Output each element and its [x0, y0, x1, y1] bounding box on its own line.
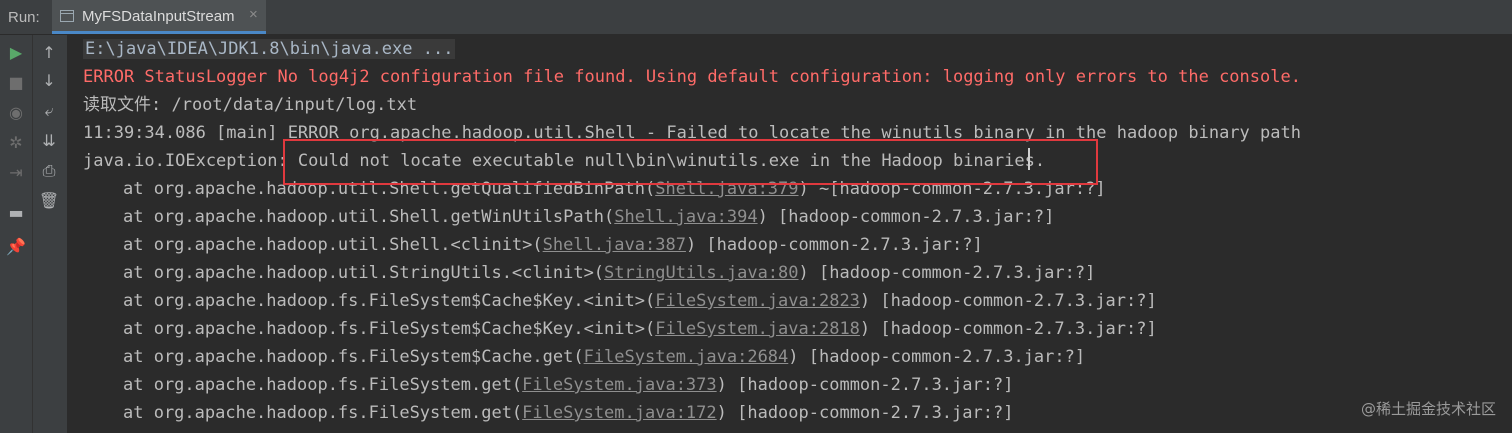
stack-frame: at org.apache.hadoop.fs.FileSystem$Cache… [123, 291, 1157, 311]
stack-frame-method: at org.apache.hadoop.fs.FileSystem$Cache… [123, 291, 656, 311]
command-line[interactable]: E:\java\IDEA\JDK1.8\bin\java.exe ... [83, 39, 456, 59]
stack-frame-jar: ) [hadoop-common-2.7.3.jar:?] [798, 263, 1096, 283]
console-line: E:\java\IDEA\JDK1.8\bin\java.exe ... [83, 39, 456, 59]
camera-icon[interactable]: ◉ [0, 101, 32, 125]
stack-frame-jar: ) [hadoop-common-2.7.3.jar:?] [859, 319, 1157, 339]
tab-title: MyFSDataInputStream [82, 8, 235, 25]
stack-frame: at org.apache.hadoop.fs.FileSystem.get(F… [123, 375, 1013, 395]
pin-icon[interactable]: 📌 [0, 235, 32, 259]
stack-frame-jar: ) [hadoop-common-2.7.3.jar:?] [757, 207, 1055, 227]
print-icon[interactable]: ⎙ [33, 159, 65, 183]
stack-frame-jar: ) [hadoop-common-2.7.3.jar:?] [859, 291, 1157, 311]
stack-frame-method: at org.apache.hadoop.util.Shell.getWinUt… [123, 207, 615, 227]
run-label: Run: [8, 9, 40, 26]
console-output[interactable]: E:\java\IDEA\JDK1.8\bin\java.exe ... ERR… [68, 35, 1512, 433]
source-link[interactable]: FileSystem.java:172 [522, 403, 716, 423]
stack-frame-jar: ) [hadoop-common-2.7.3.jar:?] [716, 375, 1014, 395]
down-arrow-icon[interactable]: ↓ [33, 69, 65, 93]
close-icon[interactable]: × [249, 6, 258, 23]
source-link[interactable]: Shell.java:387 [543, 235, 686, 255]
stack-frame-jar: ) [hadoop-common-2.7.3.jar:?] [788, 347, 1086, 367]
console-actions-toolbar: ↑ ↓ ⤶ ⇊ ⎙ 🗑 [33, 35, 68, 433]
highlight-box [283, 139, 1098, 185]
read-file-line: 读取文件: /root/data/input/log.txt [83, 95, 418, 115]
watermark: @稀土掘金技术社区 [1360, 400, 1496, 418]
run-actions-toolbar: ▶ ■ ◉ ✲ ⇥ ▬ 📌 [0, 35, 33, 433]
tab-myfsdatainputstream[interactable]: MyFSDataInputStream × [52, 0, 266, 34]
source-link[interactable]: FileSystem.java:2823 [655, 291, 860, 311]
trash-icon[interactable]: 🗑 [33, 189, 65, 213]
stack-frame-method: at org.apache.hadoop.fs.FileSystem$Cache… [123, 319, 656, 339]
stop-icon[interactable]: ■ [0, 71, 32, 95]
source-link[interactable]: FileSystem.java:2818 [655, 319, 860, 339]
stack-frame-method: at org.apache.hadoop.fs.FileSystem.get( [123, 375, 523, 395]
stack-frame-jar: ) [hadoop-common-2.7.3.jar:?] [685, 235, 983, 255]
scroll-to-end-icon[interactable]: ⇊ [33, 129, 65, 153]
up-arrow-icon[interactable]: ↑ [33, 41, 65, 65]
source-link[interactable]: FileSystem.java:2684 [584, 347, 789, 367]
stack-frame: at org.apache.hadoop.util.Shell.<clinit>… [123, 235, 983, 255]
stack-frame-method: at org.apache.hadoop.fs.FileSystem.get( [123, 403, 523, 423]
layout-icon[interactable]: ▬ [0, 201, 32, 225]
stack-frame: at org.apache.hadoop.util.Shell.getWinUt… [123, 207, 1054, 227]
stack-frame: at org.apache.hadoop.util.StringUtils.<c… [123, 263, 1095, 283]
source-link[interactable]: Shell.java:394 [614, 207, 757, 227]
text-caret [1028, 148, 1030, 170]
soft-wrap-icon[interactable]: ⤶ [33, 99, 65, 123]
log4j-error-line: ERROR StatusLogger No log4j2 configurati… [83, 67, 1301, 87]
bug-icon[interactable]: ✲ [0, 131, 32, 155]
stack-frame: at org.apache.hadoop.fs.FileSystem.get(F… [123, 403, 1013, 423]
stack-frame: at org.apache.hadoop.fs.FileSystem$Cache… [123, 347, 1085, 367]
run-icon[interactable]: ▶ [0, 41, 32, 65]
source-link[interactable]: StringUtils.java:80 [604, 263, 798, 283]
run-toolbar: Run: MyFSDataInputStream × [0, 0, 1512, 35]
stack-frame-method: at org.apache.hadoop.util.StringUtils.<c… [123, 263, 605, 283]
console-tab-icon [60, 10, 74, 22]
stack-frame-method: at org.apache.hadoop.util.Shell.<clinit>… [123, 235, 543, 255]
stack-frame: at org.apache.hadoop.fs.FileSystem$Cache… [123, 319, 1157, 339]
source-link[interactable]: FileSystem.java:373 [522, 375, 716, 395]
exit-icon[interactable]: ⇥ [0, 161, 32, 185]
stack-frame-method: at org.apache.hadoop.fs.FileSystem$Cache… [123, 347, 584, 367]
stack-frame-jar: ) [hadoop-common-2.7.3.jar:?] [716, 403, 1014, 423]
